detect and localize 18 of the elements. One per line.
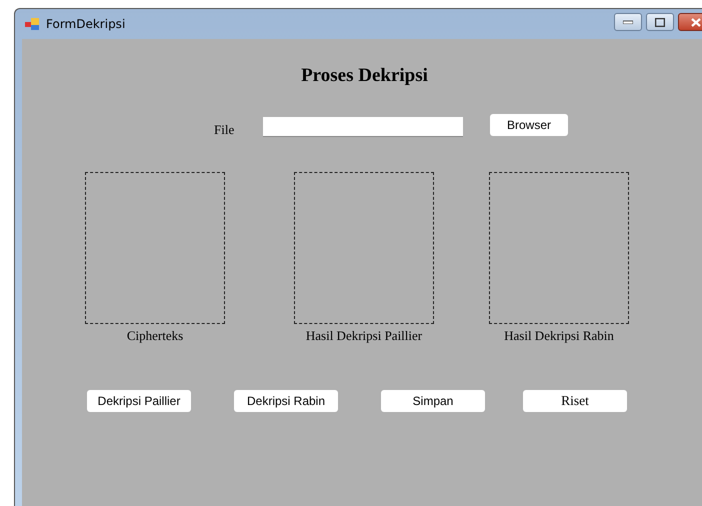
action-button[interactable]: Riset <box>523 390 627 412</box>
panel-caption: Hasil Dekripsi Rabin <box>504 328 614 344</box>
file-label: File <box>214 122 236 138</box>
maximize-icon <box>655 18 665 26</box>
maximize-button[interactable] <box>646 13 674 31</box>
action-button[interactable]: Dekripsi Paillier <box>87 390 191 412</box>
panel-caption: Hasil Dekripsi Paillier <box>306 328 422 344</box>
minimize-button[interactable] <box>614 13 642 31</box>
window-title: FormDekripsi <box>46 17 126 31</box>
action-button[interactable]: Simpan <box>381 390 485 412</box>
browser-button[interactable]: Browser <box>490 114 568 136</box>
minimize-icon <box>623 20 633 24</box>
file-path-field[interactable] <box>263 117 463 137</box>
form-heading: Proses Dekripsi <box>300 65 429 88</box>
panel-caption: Cipherteks <box>126 328 184 344</box>
app-icon <box>25 18 39 30</box>
action-button[interactable]: Dekripsi Rabin <box>234 390 338 412</box>
close-icon <box>691 18 701 26</box>
